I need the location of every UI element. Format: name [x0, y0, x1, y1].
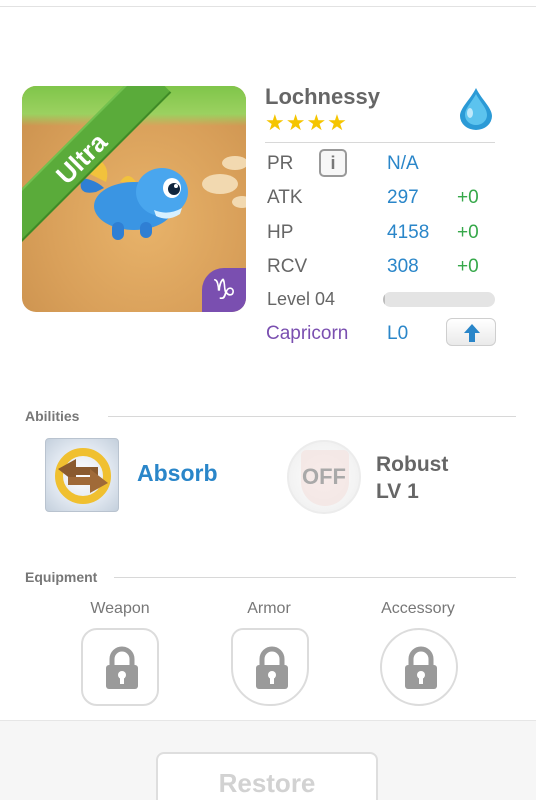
- passive-status: OFF: [302, 464, 346, 489]
- star-rating: ★★★★: [265, 110, 348, 135]
- atk-value: 297: [387, 187, 419, 208]
- sign-level: L0: [387, 323, 409, 344]
- monster-name: Lochnessy: [265, 84, 380, 109]
- arrow-up-icon: [464, 324, 480, 342]
- water-drop-icon: [460, 88, 492, 130]
- equipment-title: Equipment: [25, 569, 98, 585]
- restore-button[interactable]: Restore: [156, 752, 378, 800]
- armor-slot[interactable]: [231, 628, 309, 706]
- hp-label: HP: [267, 222, 294, 243]
- pr-value: N/A: [387, 153, 419, 174]
- sign-name[interactable]: Capricorn: [266, 323, 348, 345]
- absorb-arrows-icon: [55, 448, 111, 504]
- hp-value: 4158: [387, 222, 430, 243]
- level-label: Level 04: [267, 289, 336, 309]
- hp-bonus: +0: [457, 222, 479, 243]
- lock-icon: [256, 646, 288, 689]
- title-divider: [265, 142, 495, 143]
- abilities-title: Abilities: [25, 408, 80, 424]
- rock-decoration: [222, 156, 246, 170]
- top-divider: [0, 6, 536, 7]
- armor-label: Armor: [247, 600, 291, 617]
- weapon-label: Weapon: [90, 600, 150, 617]
- lock-icon: [405, 646, 437, 689]
- passive-ability-name: Robust LV 1: [376, 451, 448, 505]
- monster-portrait[interactable]: Ultra ♑: [22, 86, 246, 312]
- rcv-bonus: +0: [457, 256, 479, 277]
- level-progress-bar: [383, 292, 495, 307]
- passive-ability-level: LV 1: [376, 480, 419, 503]
- active-ability-name[interactable]: Absorb: [137, 460, 218, 487]
- pr-label: PR: [267, 153, 294, 174]
- capricorn-sign-icon: ♑: [202, 268, 246, 312]
- atk-label: ATK: [267, 187, 303, 208]
- level-progress-fill: [383, 292, 386, 307]
- atk-bonus: +0: [457, 187, 479, 208]
- weapon-slot[interactable]: [81, 628, 159, 706]
- rock-decoration: [232, 196, 246, 208]
- passive-ability-title: Robust: [376, 453, 449, 476]
- rcv-value: 308: [387, 256, 419, 277]
- absorb-ability-icon[interactable]: [45, 438, 119, 512]
- equipment-divider: [114, 577, 516, 578]
- lock-icon: [106, 646, 138, 689]
- sign-upgrade-button[interactable]: [446, 318, 496, 346]
- info-icon[interactable]: i: [319, 149, 347, 177]
- accessory-slot[interactable]: [380, 628, 458, 706]
- passive-off-badge[interactable]: OFF: [287, 440, 361, 514]
- accessory-label: Accessory: [381, 600, 455, 617]
- abilities-divider: [108, 416, 516, 417]
- rock-decoration: [202, 174, 238, 194]
- rcv-label: RCV: [267, 256, 308, 277]
